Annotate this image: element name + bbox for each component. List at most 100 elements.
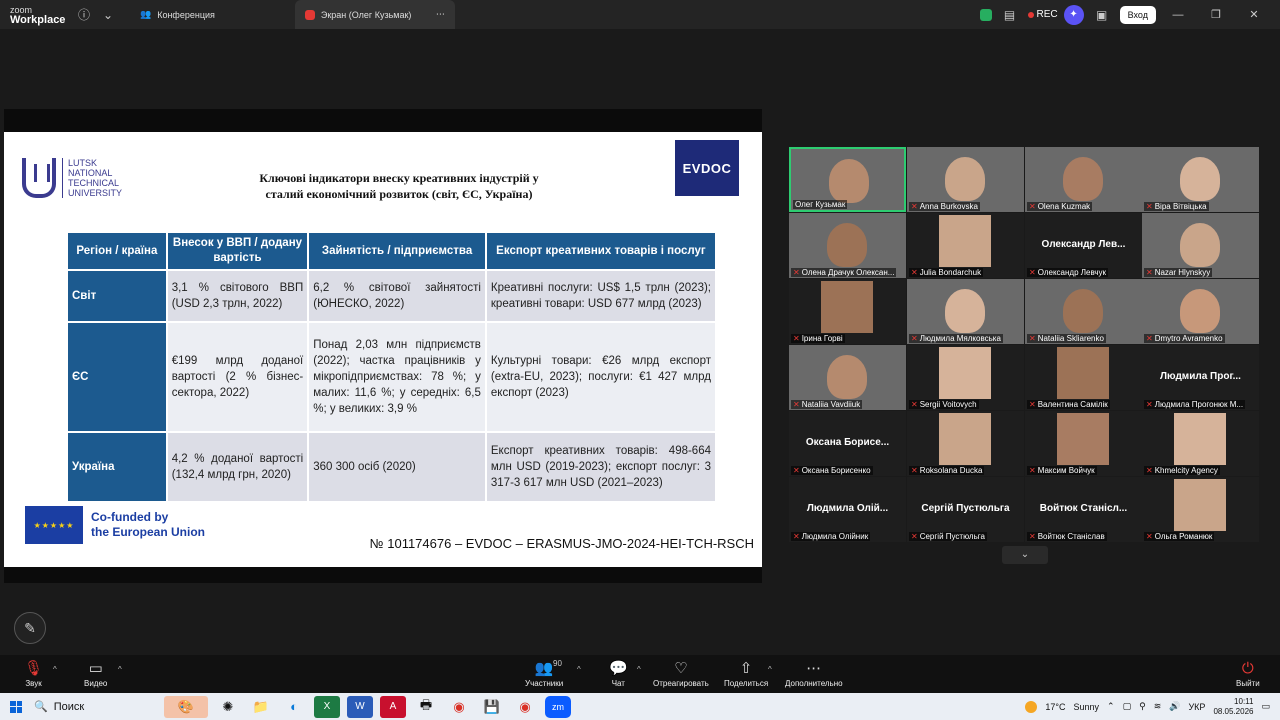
- participant-name: Nazar Hlynskyy: [1154, 268, 1211, 277]
- participant-tile[interactable]: ✕ Людмила Мялковська: [907, 279, 1024, 344]
- chat-button[interactable]: 💬 Чат: [609, 659, 628, 688]
- widget-app-icon[interactable]: 🎨: [164, 695, 208, 718]
- video-caret-icon[interactable]: ^: [118, 665, 122, 674]
- search-label: Поиск: [53, 700, 85, 713]
- mic-muted-icon: ✕: [911, 466, 918, 475]
- participant-avatar: [939, 347, 991, 399]
- minimize-icon[interactable]: —: [1162, 9, 1194, 21]
- tab-conference[interactable]: 👥 Конференция: [130, 0, 225, 29]
- participant-tile[interactable]: Сергій Пустюльга ✕ Сергій Пустюльга: [907, 477, 1024, 542]
- mic-muted-icon: ✕: [1146, 334, 1153, 343]
- audio-label: Звук: [25, 679, 42, 688]
- view-icon[interactable]: ▣: [1090, 3, 1114, 27]
- participant-tile[interactable]: Людмила Прог... ✕ Людмила Прогонюк М...: [1142, 345, 1259, 410]
- gallery-next-page-icon[interactable]: ⌄: [1002, 546, 1048, 564]
- share-button[interactable]: ⇧ Поделиться: [724, 659, 768, 688]
- people-icon: 👥: [140, 9, 152, 19]
- participant-tile[interactable]: ✕ Максим Войчук: [1025, 411, 1142, 476]
- participant-tile[interactable]: ✕ Ірина Горві: [789, 279, 906, 344]
- chrome-icon[interactable]: ◉: [446, 696, 472, 718]
- network-icon[interactable]: ▢: [1123, 701, 1132, 712]
- eu-flag-icon: ★★★★★: [25, 506, 83, 544]
- windows-start-icon[interactable]: [10, 700, 22, 713]
- participant-tile[interactable]: ✕ Валентина Самілік: [1025, 345, 1142, 410]
- volume-icon[interactable]: 🔊: [1169, 701, 1180, 712]
- participant-tile[interactable]: ✕ Ольга Романюк: [1142, 477, 1259, 542]
- share-caret-icon[interactable]: ^: [768, 665, 772, 674]
- annotate-pen-icon[interactable]: ✎: [14, 612, 46, 644]
- participant-tile[interactable]: Олександр Лев... ✕ Олександр Левчук: [1025, 213, 1142, 278]
- excel-icon[interactable]: X: [314, 695, 340, 718]
- participant-tile[interactable]: ✕ Олена Драчук Олексан...: [789, 213, 906, 278]
- audio-caret-icon[interactable]: ^: [53, 665, 57, 674]
- notification-icon[interactable]: ▭: [1261, 701, 1270, 712]
- wifi-icon[interactable]: ≋: [1154, 701, 1162, 712]
- chat-caret-icon[interactable]: ^: [637, 665, 641, 674]
- participant-tile[interactable]: ✕ Nataliia Skliarenko: [1025, 279, 1142, 344]
- acrobat-icon[interactable]: A: [380, 695, 406, 718]
- encryption-shield-icon[interactable]: [979, 8, 992, 21]
- participant-tile[interactable]: ✕ Anna Burkovska: [907, 147, 1024, 212]
- participant-tile[interactable]: ✕ Khmelcity Agency: [1142, 411, 1259, 476]
- participant-tile[interactable]: ✕ Nazar Hlynskyy: [1142, 213, 1259, 278]
- participants-count: 90: [553, 659, 562, 668]
- audio-button[interactable]: 🎙 Звук: [24, 659, 43, 688]
- participant-name-label: ✕ Olena Kuzmak: [1027, 202, 1093, 211]
- leave-button[interactable]: ⏻ Выйти: [1236, 659, 1260, 688]
- participant-tile[interactable]: ✕ Dmytro Avramenko: [1142, 279, 1259, 344]
- ai-companion-icon[interactable]: ✦: [1063, 4, 1084, 25]
- save-app-icon[interactable]: 💾: [479, 696, 505, 718]
- participant-tile[interactable]: ✕ Olena Kuzmak: [1025, 147, 1142, 212]
- close-icon[interactable]: ✕: [1238, 8, 1270, 21]
- participants-caret-icon[interactable]: ^: [577, 665, 581, 674]
- tray-chevron-icon[interactable]: ⌃: [1107, 701, 1115, 712]
- participant-name-label: ✕ Олена Драчук Олексан...: [791, 268, 897, 277]
- notes-icon[interactable]: ▤: [998, 3, 1022, 27]
- more-icon[interactable]: ⋯: [436, 9, 445, 20]
- participant-name: Олена Драчук Олексан...: [801, 268, 895, 277]
- copilot-icon[interactable]: ✺: [215, 696, 241, 718]
- participant-tile[interactable]: ✕ Віра Вітвіцька: [1142, 147, 1259, 212]
- participant-tile[interactable]: Олег Кузьмак: [789, 147, 906, 212]
- mic-muted-icon: ✕: [1146, 532, 1153, 541]
- file-explorer-icon[interactable]: 📁: [248, 696, 274, 718]
- participant-tile[interactable]: Войтюк Станісл... ✕ Войтюк Станіслав: [1025, 477, 1142, 542]
- login-button[interactable]: Вход: [1119, 5, 1156, 24]
- restore-icon[interactable]: ❐: [1200, 8, 1232, 21]
- weather-icon[interactable]: [1025, 700, 1038, 713]
- windows-taskbar: 🔍 Поиск 🎨 ✺ 📁 ◐ X W A 🖶 ◉ 💾 ◉ zm 17°C Su…: [0, 693, 1280, 720]
- participant-video: [945, 157, 985, 201]
- participants-button[interactable]: 👥 90 Участники: [525, 659, 563, 688]
- zoom-app-icon[interactable]: zm: [545, 695, 571, 718]
- tab-screen[interactable]: Экран (Олег Кузьмак) ⋯: [294, 0, 455, 29]
- participant-display-name: Людмила Прог...: [1160, 371, 1241, 382]
- participant-tile[interactable]: ✕ Nataliia Vavdiiuk: [789, 345, 906, 410]
- language-indicator[interactable]: УКР: [1188, 702, 1205, 712]
- chevron-down-icon[interactable]: ⌄: [96, 3, 120, 27]
- participant-name-label: ✕ Сергій Пустюльга: [909, 532, 987, 541]
- participant-tile[interactable]: ✕ Roksolana Ducka: [907, 411, 1024, 476]
- mic-muted-icon: ✕: [911, 532, 918, 541]
- screen-share-icon: [304, 9, 315, 20]
- info-icon[interactable]: ⓘ: [72, 3, 96, 27]
- taskbar-search[interactable]: 🔍 Поиск: [34, 700, 164, 714]
- participant-tile[interactable]: Людмила Олій... ✕ Людмила Олійник: [789, 477, 906, 542]
- more-label: Дополнительно: [785, 679, 843, 688]
- mic-muted-icon: ✕: [1029, 466, 1036, 475]
- more-button[interactable]: ⋯ Дополнительно: [785, 659, 843, 688]
- react-button[interactable]: ♡ Отреагировать: [653, 659, 709, 688]
- usb-icon[interactable]: ⚲: [1139, 701, 1146, 712]
- edge-icon[interactable]: ◐: [281, 696, 307, 718]
- participant-tile[interactable]: Оксана Борисе... ✕ Оксана Борисенко: [789, 411, 906, 476]
- chrome-profile-icon[interactable]: ◉: [512, 696, 538, 718]
- clock[interactable]: 10:11 08.05.2026: [1213, 697, 1253, 717]
- participant-avatar: [1174, 413, 1226, 465]
- participant-tile[interactable]: ✕ Sergii Voitovych: [907, 345, 1024, 410]
- slide-title: Ключові індикатори внеску креативних інд…: [219, 170, 579, 202]
- participant-tile[interactable]: ✕ Julia Bondarchuk: [907, 213, 1024, 278]
- participant-name-label: ✕ Оксана Борисенко: [791, 466, 873, 475]
- recording-indicator[interactable]: REC: [1027, 9, 1058, 20]
- word-icon[interactable]: W: [347, 695, 373, 718]
- printer-icon[interactable]: 🖶: [413, 696, 439, 718]
- video-button[interactable]: ▭ Видео: [84, 659, 107, 688]
